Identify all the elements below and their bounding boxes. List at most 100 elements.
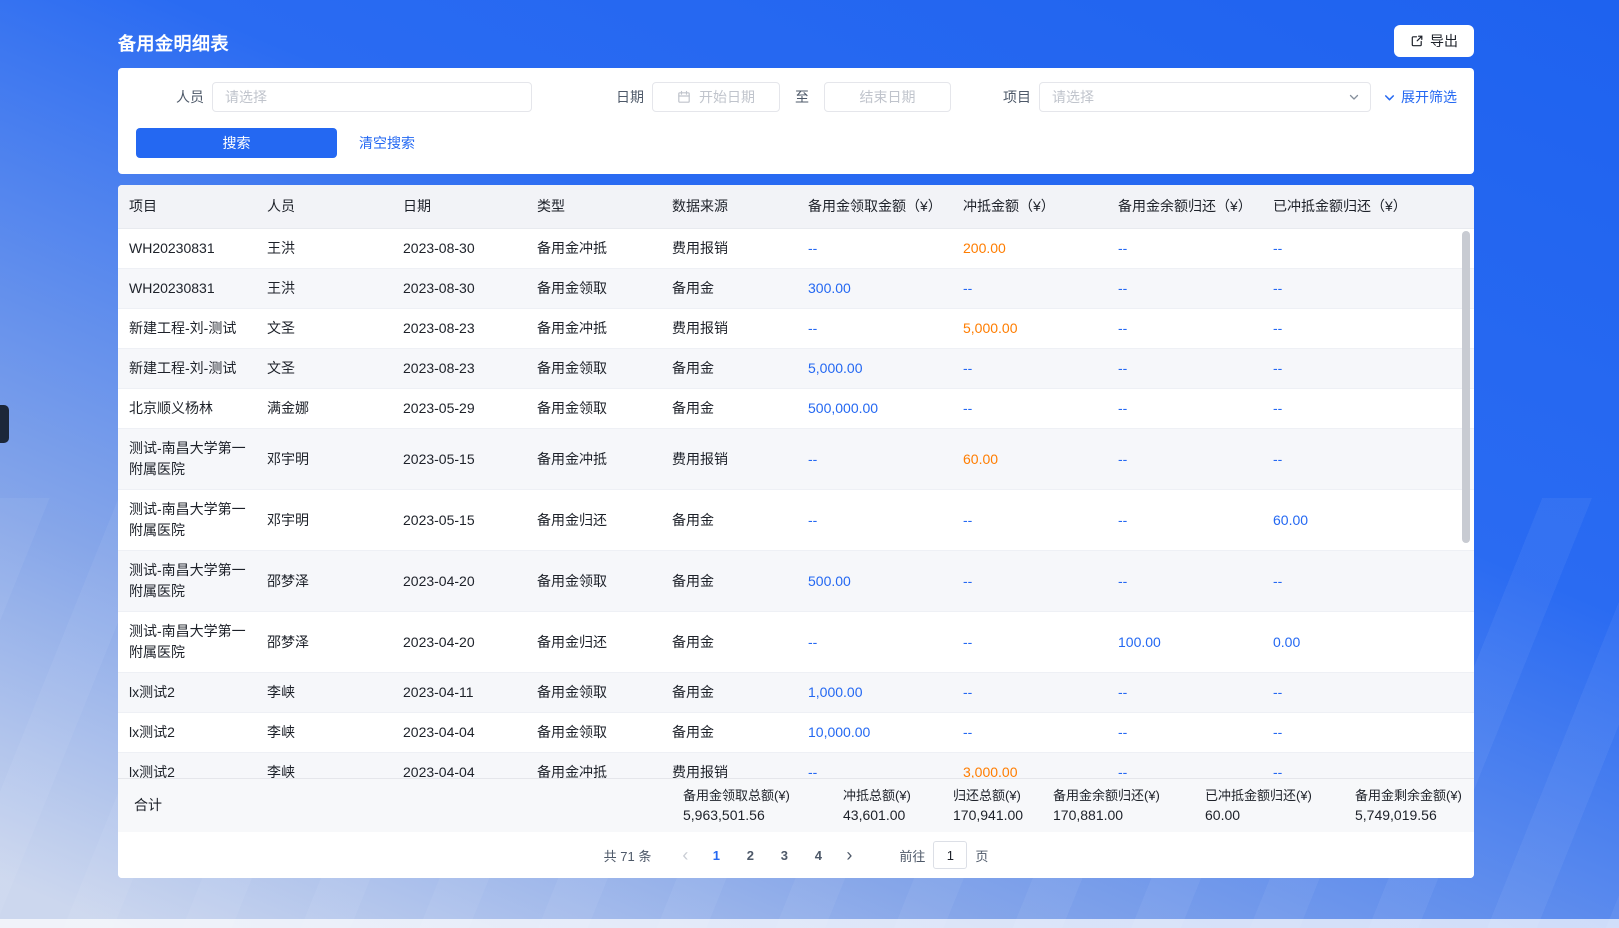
summary-item-balance-return: 备用金余额归还(¥) 170,881.00 bbox=[1053, 787, 1160, 825]
summary-item-label: 已冲抵金额归还(¥) bbox=[1205, 787, 1312, 805]
date-start-input[interactable]: 开始日期 bbox=[652, 82, 780, 112]
cell-withdraw: -- bbox=[808, 623, 963, 662]
project-filter-label: 项目 bbox=[1003, 82, 1031, 112]
cell-source: 备用金 bbox=[672, 623, 808, 662]
cell-date: 2023-04-20 bbox=[403, 623, 537, 662]
cell-withdraw: 500.00 bbox=[808, 562, 963, 601]
page-number-4[interactable]: 4 bbox=[804, 841, 832, 869]
cell-type: 备用金领取 bbox=[537, 562, 672, 601]
project-select[interactable]: 请选择 bbox=[1039, 82, 1371, 112]
summary-item-label: 备用金剩余金额(¥) bbox=[1355, 787, 1462, 805]
cell-withdraw: -- bbox=[808, 501, 963, 540]
table-row[interactable]: 测试-南昌大学第一附属医院邵梦泽2023-04-20备用金领取备用金500.00… bbox=[118, 551, 1474, 612]
column-header: 冲抵金额（¥） bbox=[963, 187, 1118, 226]
cell-date: 2023-05-15 bbox=[403, 440, 537, 479]
date-end-input[interactable]: 结束日期 bbox=[824, 82, 951, 112]
cell-withdraw: -- bbox=[808, 753, 963, 778]
cell-project: 测试-南昌大学第一附属医院 bbox=[129, 429, 267, 489]
cell-type: 备用金冲抵 bbox=[537, 229, 672, 268]
cell-type: 备用金领取 bbox=[537, 269, 672, 308]
cell-offset: -- bbox=[963, 562, 1118, 601]
cell-withdraw: -- bbox=[808, 309, 963, 348]
cell-project: 新建工程-刘-测试 bbox=[129, 349, 267, 388]
cell-project: 测试-南昌大学第一附属医院 bbox=[129, 490, 267, 550]
table-row[interactable]: 测试-南昌大学第一附属医院邓宇明2023-05-15备用金冲抵费用报销--60.… bbox=[118, 429, 1474, 490]
summary-item-value: 60.00 bbox=[1205, 805, 1312, 825]
cell-offset: -- bbox=[963, 713, 1118, 752]
cell-balance_return: -- bbox=[1118, 673, 1273, 712]
column-header: 备用金领取金额（¥） bbox=[808, 187, 963, 226]
pagination-bar: 共 71 条 ‹ 1234 › 前往 页 bbox=[118, 832, 1474, 878]
cell-source: 备用金 bbox=[672, 713, 808, 752]
cell-person: 李峡 bbox=[267, 713, 403, 752]
table-row[interactable]: 新建工程-刘-测试文圣2023-08-23备用金冲抵费用报销--5,000.00… bbox=[118, 309, 1474, 349]
person-select-input[interactable] bbox=[212, 82, 532, 112]
cell-type: 备用金领取 bbox=[537, 673, 672, 712]
summary-item-value: 5,749,019.56 bbox=[1355, 805, 1462, 825]
cell-source: 备用金 bbox=[672, 269, 808, 308]
cell-person: 邓宇明 bbox=[267, 440, 403, 479]
column-header: 人员 bbox=[267, 187, 403, 226]
cell-balance_return: -- bbox=[1118, 562, 1273, 601]
next-page-button[interactable]: › bbox=[835, 841, 863, 869]
expand-filter-link[interactable]: 展开筛选 bbox=[1383, 82, 1457, 112]
pagination-total-count: 共 71 条 bbox=[604, 846, 652, 865]
export-button[interactable]: 导出 bbox=[1394, 25, 1474, 57]
cell-type: 备用金领取 bbox=[537, 713, 672, 752]
search-button[interactable]: 搜索 bbox=[136, 128, 337, 158]
cell-type: 备用金领取 bbox=[537, 349, 672, 388]
cell-project: lx测试2 bbox=[129, 673, 267, 712]
table-row[interactable]: 测试-南昌大学第一附属医院邓宇明2023-05-15备用金归还备用金------… bbox=[118, 490, 1474, 551]
person-filter-label: 人员 bbox=[176, 82, 204, 112]
cell-balance_return: -- bbox=[1118, 713, 1273, 752]
page-number-2[interactable]: 2 bbox=[736, 841, 764, 869]
cell-project: 测试-南昌大学第一附属医院 bbox=[129, 551, 267, 611]
cell-type: 备用金冲抵 bbox=[537, 440, 672, 479]
export-label: 导出 bbox=[1430, 31, 1458, 51]
cell-offset: 200.00 bbox=[963, 229, 1118, 268]
side-drawer-handle[interactable] bbox=[0, 405, 9, 443]
table-row[interactable]: lx测试2李峡2023-04-04备用金冲抵费用报销--3,000.00---- bbox=[118, 753, 1474, 778]
cell-offset_return: -- bbox=[1273, 673, 1474, 712]
cell-source: 备用金 bbox=[672, 562, 808, 601]
cell-date: 2023-04-04 bbox=[403, 753, 537, 778]
page-number-3[interactable]: 3 bbox=[770, 841, 798, 869]
cell-offset: -- bbox=[963, 673, 1118, 712]
table-row[interactable]: 新建工程-刘-测试文圣2023-08-23备用金领取备用金5,000.00---… bbox=[118, 349, 1474, 389]
cell-type: 备用金冲抵 bbox=[537, 309, 672, 348]
goto-page-input[interactable] bbox=[933, 841, 967, 869]
summary-item-remaining: 备用金剩余金额(¥) 5,749,019.56 bbox=[1355, 787, 1462, 825]
previous-page-button[interactable]: ‹ bbox=[671, 841, 699, 869]
cell-project: lx测试2 bbox=[129, 713, 267, 752]
table-row[interactable]: WH20230831王洪2023-08-30备用金冲抵费用报销--200.00-… bbox=[118, 229, 1474, 269]
cell-withdraw: -- bbox=[808, 440, 963, 479]
table-row[interactable]: 测试-南昌大学第一附属医院邵梦泽2023-04-20备用金归还备用金----10… bbox=[118, 612, 1474, 673]
column-header: 备用金余额归还（¥） bbox=[1118, 187, 1273, 226]
page-number-1[interactable]: 1 bbox=[702, 841, 730, 869]
cell-person: 王洪 bbox=[267, 229, 403, 268]
summary-item-withdraw-total: 备用金领取总额(¥) 5,963,501.56 bbox=[683, 787, 790, 825]
cell-offset: 3,000.00 bbox=[963, 753, 1118, 778]
cell-balance_return: 100.00 bbox=[1118, 623, 1273, 662]
cell-source: 备用金 bbox=[672, 501, 808, 540]
table-scrollbar[interactable] bbox=[1462, 231, 1470, 543]
cell-balance_return: -- bbox=[1118, 269, 1273, 308]
clear-search-link[interactable]: 清空搜索 bbox=[359, 128, 415, 158]
table-row[interactable]: 北京顺义杨林满金娜2023-05-29备用金领取备用金500,000.00---… bbox=[118, 389, 1474, 429]
table-row[interactable]: lx测试2李峡2023-04-04备用金领取备用金10,000.00------ bbox=[118, 713, 1474, 753]
cell-project: lx测试2 bbox=[129, 753, 267, 778]
cell-date: 2023-04-20 bbox=[403, 562, 537, 601]
chevron-down-icon bbox=[1383, 91, 1396, 104]
cell-balance_return: -- bbox=[1118, 501, 1273, 540]
cell-offset_return: -- bbox=[1273, 269, 1474, 308]
cell-withdraw: 10,000.00 bbox=[808, 713, 963, 752]
cell-person: 邵梦泽 bbox=[267, 562, 403, 601]
table-row[interactable]: lx测试2李峡2023-04-11备用金领取备用金1,000.00------ bbox=[118, 673, 1474, 713]
cell-person: 文圣 bbox=[267, 309, 403, 348]
cell-person: 李峡 bbox=[267, 673, 403, 712]
cell-person: 王洪 bbox=[267, 269, 403, 308]
pagination-pages: 1234 bbox=[699, 841, 835, 869]
table-row[interactable]: WH20230831王洪2023-08-30备用金领取备用金300.00----… bbox=[118, 269, 1474, 309]
cell-offset: 5,000.00 bbox=[963, 309, 1118, 348]
cell-date: 2023-05-29 bbox=[403, 389, 537, 428]
